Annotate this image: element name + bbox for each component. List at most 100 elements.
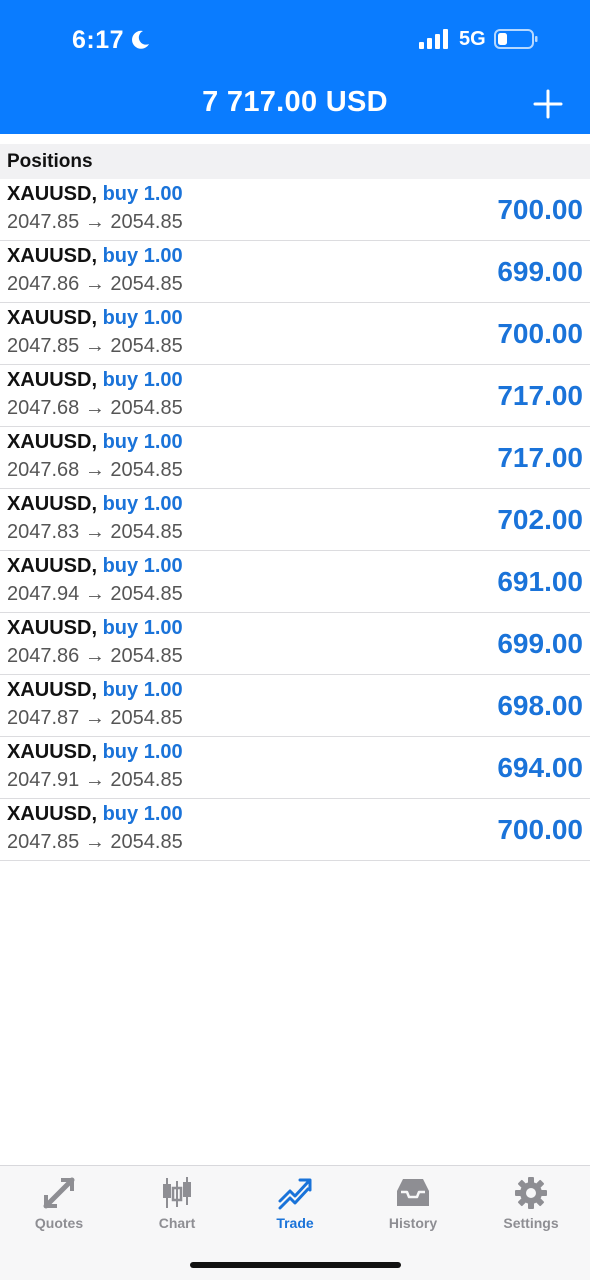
position-symbol: XAUUSD <box>7 555 92 577</box>
moon-icon <box>132 30 149 49</box>
position-profit: 700.00 <box>497 318 583 349</box>
position-title: XAUUSD, buy 1.00 <box>7 369 183 392</box>
status-bar: 6:17 5G <box>0 0 590 80</box>
position-prices: 2047.68 → 2054.85 <box>7 459 183 481</box>
position-profit: 694.00 <box>497 752 583 783</box>
position-symbol: XAUUSD <box>7 431 92 453</box>
network-type: 5G <box>459 28 486 50</box>
tab-chart[interactable]: Chart <box>118 1166 236 1246</box>
position-title: XAUUSD, buy 1.00 <box>7 245 183 268</box>
position-side-volume: buy 1.00 <box>102 245 183 267</box>
position-title: XAUUSD, buy 1.00 <box>7 617 183 640</box>
position-side-volume: buy 1.00 <box>102 617 183 639</box>
top-bar: 6:17 5G 7 717.00 USD <box>0 0 590 134</box>
position-separator: , <box>91 617 98 639</box>
position-row[interactable]: XAUUSD, buy 1.00 2047.85 → 2054.85 700.00 <box>0 799 590 861</box>
position-title: XAUUSD, buy 1.00 <box>7 741 183 764</box>
position-prices: 2047.68 → 2054.85 <box>7 397 183 419</box>
tab-label: Trade <box>276 1215 314 1231</box>
position-profit: 717.00 <box>497 380 583 411</box>
position-prices: 2047.86 → 2054.85 <box>7 645 183 667</box>
tab-settings[interactable]: Settings <box>472 1166 590 1246</box>
position-row[interactable]: XAUUSD, buy 1.00 2047.68 → 2054.85 717.00 <box>0 427 590 489</box>
position-row[interactable]: XAUUSD, buy 1.00 2047.83 → 2054.85 702.00 <box>0 489 590 551</box>
position-separator: , <box>91 183 98 205</box>
position-side-volume: buy 1.00 <box>102 183 183 205</box>
signal-icon <box>419 29 448 49</box>
position-prices: 2047.91 → 2054.85 <box>7 769 183 791</box>
position-separator: , <box>91 555 98 577</box>
position-symbol: XAUUSD <box>7 617 92 639</box>
position-symbol: XAUUSD <box>7 307 92 329</box>
position-profit: 698.00 <box>497 690 583 721</box>
position-prices: 2047.87 → 2054.85 <box>7 707 183 729</box>
position-title: XAUUSD, buy 1.00 <box>7 183 183 206</box>
position-separator: , <box>91 803 98 825</box>
position-side-volume: buy 1.00 <box>102 555 183 577</box>
position-profit: 699.00 <box>497 256 583 287</box>
position-row[interactable]: XAUUSD, buy 1.00 2047.85 → 2054.85 700.00 <box>0 179 590 241</box>
position-separator: , <box>91 431 98 453</box>
position-title: XAUUSD, buy 1.00 <box>7 555 183 578</box>
position-title: XAUUSD, buy 1.00 <box>7 803 183 826</box>
position-side-volume: buy 1.00 <box>102 493 183 515</box>
position-profit: 691.00 <box>497 566 583 597</box>
position-row[interactable]: XAUUSD, buy 1.00 2047.87 → 2054.85 698.00 <box>0 675 590 737</box>
position-symbol: XAUUSD <box>7 183 92 205</box>
position-row[interactable]: XAUUSD, buy 1.00 2047.94 → 2054.85 691.00 <box>0 551 590 613</box>
position-profit: 700.00 <box>497 814 583 845</box>
position-symbol: XAUUSD <box>7 679 92 701</box>
tab-label: Quotes <box>34 1215 84 1231</box>
position-profit: 700.00 <box>497 194 583 225</box>
position-separator: , <box>91 741 98 763</box>
position-title: XAUUSD, buy 1.00 <box>7 307 183 330</box>
positions-section-header: Positions <box>0 144 590 179</box>
tab-label: Chart <box>158 1215 196 1231</box>
tab-history[interactable]: History <box>354 1166 472 1246</box>
positions-list: XAUUSD, buy 1.00 2047.85 → 2054.85 700.00 X… <box>0 179 590 861</box>
position-separator: , <box>91 307 98 329</box>
position-profit: 702.00 <box>497 504 583 535</box>
tab-trade[interactable]: Trade <box>236 1166 354 1246</box>
position-prices: 2047.85 → 2054.85 <box>7 831 183 853</box>
position-symbol: XAUUSD <box>7 245 92 267</box>
position-row[interactable]: XAUUSD, buy 1.00 2047.86 → 2054.85 699.00 <box>0 613 590 675</box>
plus-icon[interactable] <box>532 88 564 120</box>
position-side-volume: buy 1.00 <box>102 679 183 701</box>
position-prices: 2047.85 → 2054.85 <box>7 335 183 357</box>
position-prices: 2047.85 → 2054.85 <box>7 211 183 233</box>
position-side-volume: buy 1.00 <box>102 803 183 825</box>
position-symbol: XAUUSD <box>7 369 92 391</box>
position-title: XAUUSD, buy 1.00 <box>7 431 183 454</box>
position-symbol: XAUUSD <box>7 493 92 515</box>
position-separator: , <box>91 369 98 391</box>
position-prices: 2047.83 → 2054.85 <box>7 521 183 543</box>
position-row[interactable]: XAUUSD, buy 1.00 2047.85 → 2054.85 700.00 <box>0 303 590 365</box>
position-symbol: XAUUSD <box>7 803 92 825</box>
position-separator: , <box>91 493 98 515</box>
position-prices: 2047.86 → 2054.85 <box>7 273 183 295</box>
position-title: XAUUSD, buy 1.00 <box>7 493 183 516</box>
position-profit: 717.00 <box>497 442 583 473</box>
position-side-volume: buy 1.00 <box>102 741 183 763</box>
home-indicator <box>190 1262 401 1268</box>
position-symbol: XAUUSD <box>7 741 92 763</box>
account-balance: 7 717.00 USD <box>202 86 388 118</box>
position-title: XAUUSD, buy 1.00 <box>7 679 183 702</box>
tab-quotes[interactable]: Quotes <box>0 1166 118 1246</box>
position-separator: , <box>91 245 98 267</box>
scrolled-content-edge <box>0 134 590 144</box>
tab-label: History <box>388 1215 438 1231</box>
position-separator: , <box>91 679 98 701</box>
position-prices: 2047.94 → 2054.85 <box>7 583 183 605</box>
battery-icon <box>494 29 538 49</box>
position-row[interactable]: XAUUSD, buy 1.00 2047.68 → 2054.85 717.00 <box>0 365 590 427</box>
status-time: 6:17 <box>72 26 125 54</box>
tab-label: Settings <box>503 1215 559 1231</box>
position-row[interactable]: XAUUSD, buy 1.00 2047.91 → 2054.85 694.00 <box>0 737 590 799</box>
position-profit: 699.00 <box>497 628 583 659</box>
position-side-volume: buy 1.00 <box>102 369 183 391</box>
position-side-volume: buy 1.00 <box>102 307 183 329</box>
position-side-volume: buy 1.00 <box>102 431 183 453</box>
position-row[interactable]: XAUUSD, buy 1.00 2047.86 → 2054.85 699.00 <box>0 241 590 303</box>
